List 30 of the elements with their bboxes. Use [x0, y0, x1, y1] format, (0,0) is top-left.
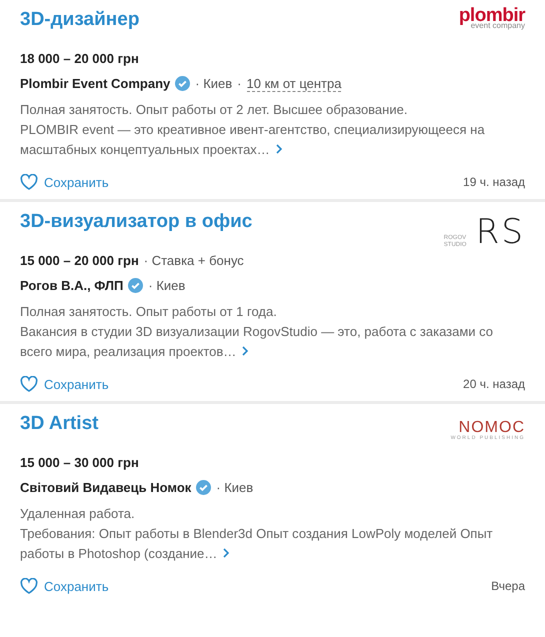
job-title-link[interactable]: 3D Artist	[20, 413, 98, 435]
dot-separator: ·	[237, 76, 242, 91]
job-description: Полная занятость. Опыт работы от 1 года. Вакансия в студии 3D визуализации RogovStudio — это, работа с заказами со всего мира, реализация проектов…	[20, 303, 494, 361]
job-title-link[interactable]: 3D-дизайнер	[20, 9, 140, 31]
job-title-link[interactable]: 3D-визуализатор в офис	[20, 211, 252, 233]
company-name: Plombir Event Company	[20, 76, 170, 91]
save-button[interactable]: Сохранить	[20, 376, 109, 392]
salary-note: · Ставка + бонус	[144, 253, 244, 268]
save-button[interactable]: Сохранить	[20, 578, 109, 594]
heart-icon	[20, 174, 38, 190]
job-description: Полная занятость. Опыт работы от 2 лет. Высшее образование. PLOMBIR event — это креативное ивент-агентство, специализирующееся на масштабных концептуальных проектах…	[20, 101, 486, 159]
company-name: Рогов В.А., ФЛП	[20, 278, 124, 293]
chevron-right-icon[interactable]	[241, 346, 250, 356]
salary: 15 000 – 30 000 грн	[20, 455, 139, 470]
salary: 18 000 – 20 000 грн	[20, 51, 139, 66]
posted-time: Вчера	[491, 579, 525, 593]
company-name: Світовий Видавець Номок	[20, 480, 192, 495]
job-description: Удаленная работа. Требования: Опыт работы в Blender3d Опыт создания LowPoly моделей Опыт работы в Photoshop (создание…	[20, 505, 494, 563]
posted-time: 20 ч. назад	[463, 377, 525, 391]
salary: 15 000 – 20 000 грн	[20, 253, 139, 268]
save-button[interactable]: Сохранить	[20, 174, 109, 190]
heart-icon	[20, 376, 38, 392]
posted-time: 19 ч. назад	[463, 175, 525, 189]
heart-icon	[20, 578, 38, 594]
city: · Киев	[195, 76, 232, 91]
city: · Киев	[216, 480, 254, 495]
distance-link[interactable]: 10 км от центра	[246, 76, 342, 92]
chevron-right-icon[interactable]	[222, 548, 230, 558]
chevron-right-icon[interactable]	[274, 144, 283, 154]
city: · Киев	[148, 278, 186, 293]
